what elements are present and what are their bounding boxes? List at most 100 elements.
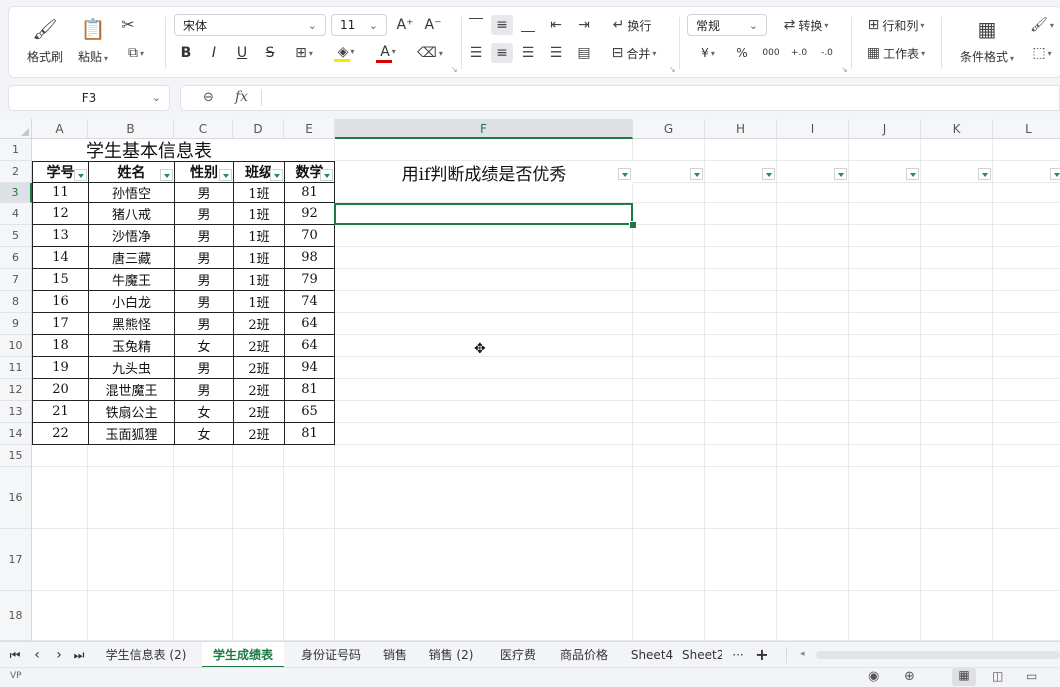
page-layout-icon[interactable]: ◫ bbox=[992, 669, 1003, 683]
row-header-3[interactable]: 3 bbox=[0, 183, 32, 203]
table-cell[interactable]: 17 bbox=[32, 313, 88, 335]
borders-button[interactable]: ⊞ ▾ bbox=[287, 43, 321, 63]
sheet-tab[interactable]: 医疗费 bbox=[488, 642, 548, 668]
table-cell[interactable]: 2班 bbox=[233, 379, 284, 401]
cell-f2[interactable]: 用if判断成绩是否优秀 bbox=[335, 161, 633, 185]
filter-dropdown-icon[interactable] bbox=[906, 168, 919, 180]
table-cell[interactable]: 19 bbox=[32, 357, 88, 379]
row-header-16[interactable]: 16 bbox=[0, 467, 32, 529]
fill-color-button[interactable]: ◈ ▾ bbox=[329, 43, 363, 63]
table-cell[interactable]: 2班 bbox=[233, 423, 284, 445]
page-break-icon[interactable]: ▭ bbox=[1026, 669, 1037, 683]
table-cell[interactable]: 81 bbox=[284, 379, 335, 401]
filter-dropdown-icon[interactable] bbox=[74, 169, 87, 181]
cut-button[interactable]: ✂ bbox=[117, 15, 139, 35]
convert-button[interactable]: ⇄ 转换 ▾ bbox=[775, 15, 837, 35]
dialog-launcher-icon[interactable]: ↘ bbox=[841, 65, 848, 74]
table-cell[interactable]: 男 bbox=[174, 203, 233, 225]
table-cell[interactable]: 男 bbox=[174, 225, 233, 247]
increase-indent-button[interactable]: ⇥ bbox=[573, 15, 595, 35]
underline-button[interactable]: U bbox=[233, 43, 251, 63]
align-center-button[interactable]: ≡ bbox=[491, 43, 513, 63]
column-header-e[interactable]: E bbox=[284, 119, 335, 139]
row-header-17[interactable]: 17 bbox=[0, 529, 32, 591]
grow-font-button[interactable]: A⁺ bbox=[395, 15, 415, 35]
column-header-j[interactable]: J bbox=[849, 119, 921, 139]
format-button[interactable]: ⬚ ▾ bbox=[1027, 43, 1057, 63]
filter-dropdown-icon[interactable] bbox=[618, 168, 631, 180]
sheet-tab[interactable]: Sheet4 bbox=[622, 642, 682, 668]
column-header-i[interactable]: I bbox=[777, 119, 849, 139]
font-name-select[interactable]: 宋体 ⌄ bbox=[174, 14, 326, 36]
filter-dropdown-icon[interactable] bbox=[978, 168, 991, 180]
column-header-cell[interactable]: 班级 bbox=[233, 161, 284, 183]
table-cell[interactable]: 女 bbox=[174, 423, 233, 445]
table-cell[interactable]: 1班 bbox=[233, 203, 284, 225]
table-cell[interactable]: 12 bbox=[32, 203, 88, 225]
table-cell[interactable]: 64 bbox=[284, 335, 335, 357]
column-header-g[interactable]: G bbox=[633, 119, 705, 139]
table-cell[interactable]: 女 bbox=[174, 335, 233, 357]
decrease-indent-button[interactable]: ⇤ bbox=[545, 15, 567, 35]
table-cell[interactable]: 22 bbox=[32, 423, 88, 445]
sheet-tab[interactable]: 销售 (2) bbox=[420, 642, 482, 668]
sheet-tab[interactable]: 商品价格 bbox=[552, 642, 616, 668]
table-cell[interactable]: 女 bbox=[174, 401, 233, 423]
table-cell[interactable]: 92 bbox=[284, 203, 335, 225]
column-header-d[interactable]: D bbox=[233, 119, 284, 139]
font-size-select[interactable]: 11 ⌄ bbox=[331, 14, 387, 36]
number-format-select[interactable]: 常规 ⌄ bbox=[687, 14, 767, 36]
table-cell[interactable]: 1班 bbox=[233, 291, 284, 313]
row-header-7[interactable]: 7 bbox=[0, 269, 32, 291]
fx-icon[interactable]: fx bbox=[235, 89, 248, 105]
row-header-13[interactable]: 13 bbox=[0, 401, 32, 423]
table-cell[interactable]: 14 bbox=[32, 247, 88, 269]
distribute-button[interactable]: ▤ bbox=[573, 43, 595, 63]
row-header-11[interactable]: 11 bbox=[0, 357, 32, 379]
sheet-tab[interactable]: Sheet2 bbox=[682, 642, 722, 668]
table-cell[interactable]: 81 bbox=[284, 183, 335, 203]
conditional-format-button[interactable]: ▦ 条件格式 ▾ bbox=[951, 13, 1023, 69]
filter-dropdown-icon[interactable] bbox=[219, 169, 232, 181]
row-header-9[interactable]: 9 bbox=[0, 313, 32, 335]
align-middle-button[interactable]: ≡ bbox=[491, 15, 513, 35]
table-cell[interactable]: 1班 bbox=[233, 225, 284, 247]
row-header-4[interactable]: 4 bbox=[0, 203, 32, 225]
table-cell[interactable]: 玉兔精 bbox=[88, 335, 174, 357]
filter-dropdown-icon[interactable] bbox=[690, 168, 703, 180]
dialog-launcher-icon[interactable]: ↘ bbox=[451, 65, 458, 74]
table-cell[interactable]: 2班 bbox=[233, 401, 284, 423]
table-cell[interactable]: 铁扇公主 bbox=[88, 401, 174, 423]
table-cell[interactable]: 1班 bbox=[233, 247, 284, 269]
row-header-5[interactable]: 5 bbox=[0, 225, 32, 247]
column-header-cell[interactable]: 性别 bbox=[174, 161, 233, 183]
table-cell[interactable]: 1班 bbox=[233, 183, 284, 203]
fill-handle[interactable] bbox=[629, 221, 637, 229]
table-cell[interactable]: 21 bbox=[32, 401, 88, 423]
currency-button[interactable]: ¥ ▾ bbox=[693, 43, 723, 63]
filter-dropdown-icon[interactable] bbox=[160, 169, 173, 181]
table-cell[interactable]: 男 bbox=[174, 183, 233, 203]
shrink-font-button[interactable]: A⁻ bbox=[423, 15, 443, 35]
table-cell[interactable]: 74 bbox=[284, 291, 335, 313]
decrease-decimal-button[interactable]: -.0 bbox=[815, 43, 839, 63]
table-cell[interactable]: 小白龙 bbox=[88, 291, 174, 313]
column-header-cell[interactable]: 姓名 bbox=[88, 161, 174, 183]
row-header-10[interactable]: 10 bbox=[0, 335, 32, 357]
format-painter-button[interactable]: 🖌 格式刷 bbox=[23, 13, 67, 69]
copy-button[interactable]: ⧉ ▾ bbox=[119, 43, 153, 63]
italic-button[interactable]: I bbox=[205, 43, 223, 63]
table-cell[interactable]: 2班 bbox=[233, 335, 284, 357]
row-header-18[interactable]: 18 bbox=[0, 591, 32, 641]
table-cell[interactable]: 94 bbox=[284, 357, 335, 379]
table-cell[interactable]: 1班 bbox=[233, 269, 284, 291]
table-cell[interactable]: 九头虫 bbox=[88, 357, 174, 379]
sheet-tab[interactable]: 学生信息表 (2) bbox=[96, 642, 196, 668]
column-header-c[interactable]: C bbox=[174, 119, 233, 139]
table-cell[interactable]: 男 bbox=[174, 357, 233, 379]
column-header-h[interactable]: H bbox=[705, 119, 777, 139]
column-header-k[interactable]: K bbox=[921, 119, 993, 139]
column-header-cell[interactable]: 学号 bbox=[32, 161, 88, 183]
zoom-search-icon[interactable]: ⊖ bbox=[203, 90, 214, 105]
row-header-14[interactable]: 14 bbox=[0, 423, 32, 445]
